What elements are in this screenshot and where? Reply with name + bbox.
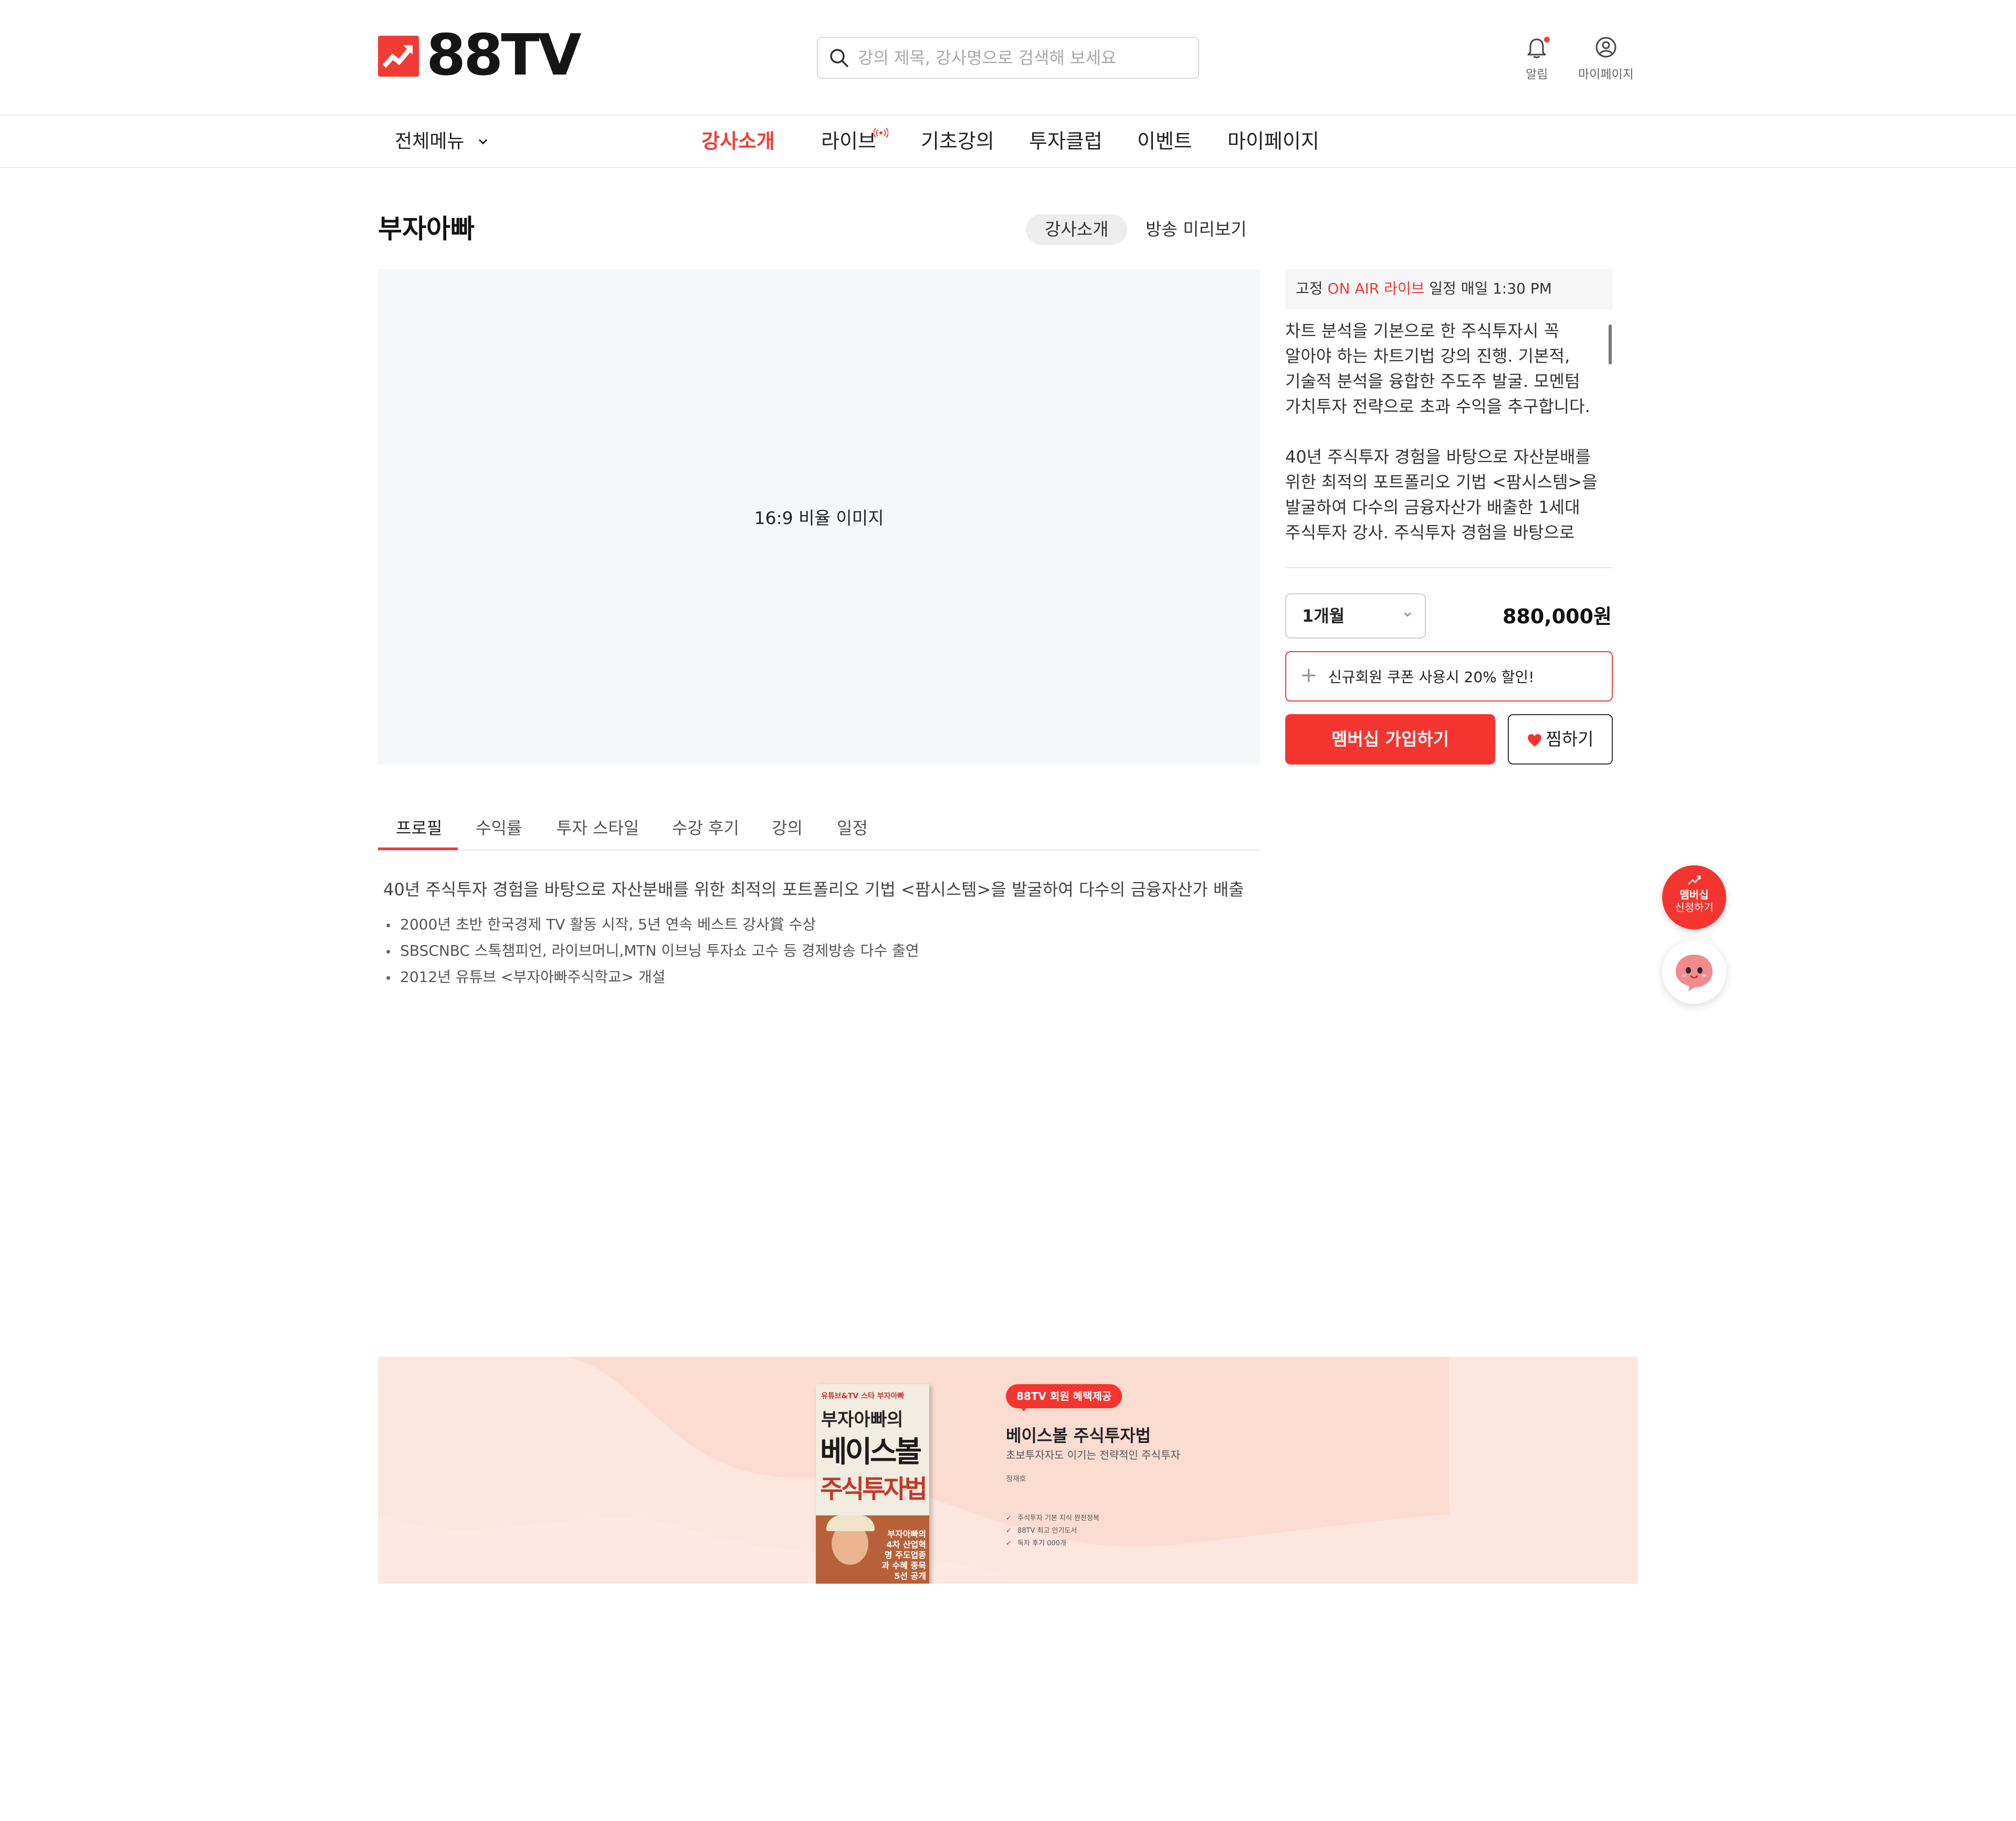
active-tab-indicator [378, 847, 458, 850]
chevron-down-icon [478, 139, 487, 145]
chevron-down-icon [1404, 612, 1411, 617]
floating-member-line1: 멤버십 [1679, 888, 1709, 901]
nav-item-live[interactable]: 라이브 [821, 128, 876, 154]
book-title-line3: 주식투자법 [820, 1474, 928, 1504]
page-title: 부자아빠 [378, 214, 475, 244]
segment-broadcast-preview[interactable]: 방송 미리보기 [1127, 214, 1266, 245]
search-box[interactable] [817, 37, 1199, 79]
tab-invest-style[interactable]: 투자 스타일 [556, 815, 639, 841]
scrollbar[interactable] [1609, 325, 1612, 364]
book-title-line1: 부자아빠의 [821, 1409, 904, 1430]
wishlist-label: 찜하기 [1546, 729, 1594, 749]
all-menu-label: 전체메뉴 [395, 131, 465, 152]
user-circle-icon [1595, 37, 1616, 58]
list-item: 2012년 유튜브 <부자아빠주식학교> 개설 [384, 964, 919, 990]
tab-returns[interactable]: 수익률 [476, 815, 522, 841]
logo-icon[interactable] [378, 36, 419, 77]
mypage-button[interactable]: 마이페이지 [1578, 36, 1634, 82]
banner-title: 베이스볼 주식투자법 [1006, 1426, 1151, 1446]
book-cover-image: 유튜브&TV 스타 부자아빠 부자아빠의 베이스볼 주식투자법 부자아빠의 4차… [816, 1384, 929, 1584]
search-icon [830, 49, 848, 67]
coupon-text: 신규회원 쿠폰 사용시 20% 할인! [1328, 668, 1535, 686]
segment-instructor-intro[interactable]: 강사소개 [1026, 214, 1128, 245]
book-photo-caption: 부자아빠의 4차 산업혁명 주도업종과 수혜 종목 5선 공개 [881, 1529, 926, 1581]
tab-lectures[interactable]: 강의 [772, 815, 803, 841]
period-select[interactable]: 1개월 [1285, 593, 1426, 639]
plus-icon: + [1300, 663, 1318, 687]
list-item: 독자 후기 000개 [1006, 1537, 1099, 1550]
nav-item-events[interactable]: 이벤트 [1137, 128, 1192, 154]
description-scroll[interactable]: 차트 분석을 기본으로 한 주식투자시 꼭 알아야 하는 차트기법 강의 진행.… [1285, 318, 1613, 549]
instructor-description: 차트 분석을 기본으로 한 주식투자시 꼭 알아야 하는 차트기법 강의 진행.… [1285, 321, 1598, 549]
list-item: SBSCNBC 스톡챔피언, 라이브머니,MTN 이브닝 투자쇼 고수 등 경제… [384, 938, 919, 964]
chatbot-face-icon [1676, 955, 1713, 991]
banner-author: 정재호 [1006, 1475, 1026, 1483]
list-item: 2000년 초반 한국경제 TV 활동 시작, 5년 연속 베스트 강사賞 수상 [384, 912, 919, 938]
search-input[interactable] [858, 38, 1189, 78]
tab-reviews[interactable]: 수강 후기 [672, 815, 739, 841]
schedule-bar: 고정 ON AIR 라이브 일정 매일 1:30 PM [1285, 269, 1613, 309]
floating-member-line2: 신청하기 [1675, 901, 1714, 914]
nav-item-invest-club[interactable]: 투자클럽 [1029, 128, 1102, 154]
header: 88TV 알림 마이페이지 [0, 0, 2016, 116]
join-membership-button[interactable]: 멤버십 가입하기 [1285, 714, 1495, 765]
tab-profile[interactable]: 프로필 [396, 815, 442, 841]
tab-schedule[interactable]: 일정 [837, 815, 868, 841]
hero-caption: 16:9 비율 이미지 [754, 508, 884, 528]
coupon-banner[interactable]: + 신규회원 쿠폰 사용시 20% 할인! [1285, 651, 1613, 702]
profile-lead: 40년 주식투자 경험을 바탕으로 자산분배를 위한 최적의 포트폴리오 기법 … [383, 880, 1244, 899]
live-broadcast-icon [874, 128, 888, 138]
nav-item-mypage[interactable]: 마이페이지 [1227, 128, 1319, 154]
period-selected: 1개월 [1302, 606, 1345, 626]
book-top-line: 유튜브&TV 스타 부자아빠 [821, 1392, 905, 1400]
main-nav: 전체메뉴 강사소개 라이브 기초강의 투자클럽 이벤트 마이페이지 [0, 116, 2016, 168]
banner-benefits: 주식투자 기본 지식 완전정복 88TV 최고 인기도서 독자 후기 000개 [1006, 1512, 1099, 1550]
notification-dot [1544, 37, 1550, 43]
all-menu-button[interactable]: 전체메뉴 [395, 129, 488, 154]
schedule-prefix: 고정 [1296, 280, 1323, 297]
on-air-label: ON AIR 라이브 [1327, 280, 1425, 297]
profile-list: 2000년 초반 한국경제 TV 활동 시작, 5년 연속 베스트 강사賞 수상… [384, 912, 919, 990]
nav-item-instructors[interactable]: 강사소개 [701, 128, 775, 154]
banner-subtitle: 초보투자자도 이기는 전략적인 주식투자 [1006, 1449, 1180, 1461]
list-item: 88TV 최고 인기도서 [1006, 1525, 1099, 1537]
book-title-line2: 베이스볼 [820, 1435, 922, 1469]
mypage-label: 마이페이지 [1578, 68, 1634, 81]
chatbot-button[interactable] [1662, 940, 1726, 1004]
badge-tail [1020, 1406, 1028, 1411]
hero-image-placeholder: 16:9 비율 이미지 [378, 269, 1260, 765]
chart-up-icon [1688, 875, 1701, 885]
nav-item-basic-courses[interactable]: 기초강의 [921, 128, 994, 154]
tabs-divider [378, 850, 1260, 851]
price: 880,000원 [1502, 605, 1612, 628]
wishlist-button[interactable]: 찜하기 [1508, 714, 1613, 765]
book-promo-banner[interactable]: 유튜브&TV 스타 부자아빠 부자아빠의 베이스볼 주식투자법 부자아빠의 4차… [378, 1357, 1638, 1584]
logo-text[interactable]: 88TV [426, 24, 582, 87]
notifications-button[interactable]: 알림 [1526, 36, 1550, 82]
floating-membership-button[interactable]: 멤버십 신청하기 [1662, 865, 1726, 929]
heart-icon [1528, 734, 1542, 747]
divider [1285, 567, 1613, 568]
list-item: 주식투자 기본 지식 완전정복 [1006, 1512, 1099, 1525]
notifications-label: 알림 [1526, 68, 1548, 81]
schedule-time: 일정 매일 1:30 PM [1429, 280, 1552, 297]
member-benefit-badge: 88TV 회원 혜택제공 [1006, 1384, 1122, 1408]
